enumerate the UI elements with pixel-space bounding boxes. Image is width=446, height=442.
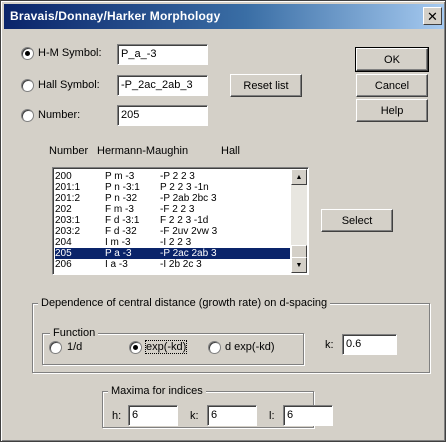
list-item[interactable]: 203:1 F d -3:1 F 2 2 3 -1d (55, 215, 290, 226)
list-item-number: 206 (55, 259, 72, 270)
list-item-hall: -F 2 2 3 (160, 204, 195, 215)
hall-symbol-input[interactable]: -P_2ac_2ab_3 (117, 75, 208, 96)
h-input[interactable]: 6 (128, 405, 178, 426)
list-item-hall: -P 2ab 2bc 3 (160, 193, 217, 204)
close-icon: ✕ (427, 8, 438, 24)
list-item[interactable]: 201:1 P n -3:1 P 2 2 3 -1n (55, 182, 290, 193)
select-button[interactable]: Select (321, 209, 393, 232)
list-item-hall: -I 2 2 3 (160, 237, 192, 248)
hall-symbol-radio[interactable] (21, 79, 34, 92)
list-item-hm: I m -3 (105, 237, 131, 248)
window-title: Bravais/Donnay/Harker Morphology (10, 9, 221, 23)
space-group-list[interactable]: 200 P m -3 -P 2 2 3 201:1 P n -3:1 P 2 2… (52, 167, 309, 275)
maxima-k-label: k: (190, 410, 199, 422)
function-label-exp-kd: exp(-kd) (144, 340, 188, 354)
dependence-group-title: Dependence of central distance (growth r… (38, 297, 331, 309)
list-item-hm: F m -3 (105, 204, 134, 215)
close-button[interactable]: ✕ (423, 7, 442, 25)
hm-symbol-radio[interactable] (21, 47, 34, 60)
function-radio-1-over-d[interactable] (49, 341, 62, 354)
list-item[interactable]: 206 I a -3 -I 2b 2c 3 (55, 259, 290, 270)
list-item[interactable]: 201:2 P n -32 -P 2ab 2bc 3 (55, 193, 290, 204)
list-item-number: 204 (55, 237, 72, 248)
cancel-button[interactable]: Cancel (356, 74, 428, 97)
list-item-selected[interactable]: 205 P a -3 -P 2ac 2ab 3 (55, 248, 290, 259)
k-label: k: (325, 339, 334, 351)
list-item[interactable]: 204 I m -3 -I 2 2 3 (55, 237, 290, 248)
help-button[interactable]: Help (356, 99, 428, 122)
scroll-down-button[interactable]: ▼ (291, 257, 307, 273)
number-input[interactable]: 205 (117, 105, 208, 126)
scroll-up-button[interactable]: ▲ (291, 169, 307, 185)
list-item-hm: I a -3 (105, 259, 128, 270)
list-item-number: 203:1 (55, 215, 81, 226)
l-label: l: (269, 410, 275, 422)
title-bar[interactable]: Bravais/Donnay/Harker Morphology ✕ (4, 4, 444, 29)
list-item-hall: P 2 2 3 -1n (160, 182, 209, 193)
reset-list-button[interactable]: Reset list (230, 74, 302, 97)
function-group-title: Function (50, 327, 99, 339)
list-item-hall: -P 2ac 2ab 3 (160, 248, 217, 259)
list-item-number: 205 (55, 248, 72, 259)
list-scrollbar[interactable]: ▲ ▼ (291, 169, 307, 273)
function-radio-exp-kd[interactable] (129, 341, 142, 354)
list-item-hm: P n -3:1 (105, 182, 140, 193)
maxima-group-title: Maxima for indices (108, 385, 206, 397)
list-item-hall: -F 2uv 2vw 3 (160, 226, 218, 237)
list-item[interactable]: 202 F m -3 -F 2 2 3 (55, 204, 290, 215)
list-item-number: 203:2 (55, 226, 81, 237)
list-item-hm: F d -32 (105, 226, 137, 237)
list-item-number: 202 (55, 204, 72, 215)
list-item[interactable]: 203:2 F d -32 -F 2uv 2vw 3 (55, 226, 290, 237)
number-label: Number: (38, 109, 81, 121)
list-item-hall: -I 2b 2c 3 (160, 259, 202, 270)
column-header-hall: Hall (221, 145, 240, 157)
ok-button[interactable]: OK (355, 47, 429, 72)
function-label-d-exp-kd: d exp(-kd) (225, 341, 275, 353)
l-input[interactable]: 6 (283, 405, 333, 426)
dialog-window: Bravais/Donnay/Harker Morphology ✕ H-M S… (0, 0, 446, 442)
list-item-hall: F 2 2 3 -1d (160, 215, 209, 226)
hall-symbol-label: Hall Symbol: (38, 79, 100, 91)
column-header-number: Number (49, 145, 89, 157)
function-radio-d-exp-kd[interactable] (208, 341, 221, 354)
column-header-hm: Hermann-Maughin (97, 145, 189, 157)
list-item-hm: P n -32 (105, 193, 138, 204)
function-label-1-over-d: 1/d (67, 341, 83, 353)
h-label: h: (112, 410, 122, 422)
list-item-number: 201:1 (55, 182, 81, 193)
list-item-hm: P m -3 (105, 171, 135, 182)
list-item-hall: -P 2 2 3 (160, 171, 195, 182)
scroll-up-icon: ▲ (295, 173, 303, 181)
number-radio[interactable] (21, 109, 34, 122)
scroll-down-icon: ▼ (295, 261, 303, 269)
maxima-k-input[interactable]: 6 (207, 405, 257, 426)
list-item-hm: P a -3 (105, 248, 132, 259)
list-item-number: 201:2 (55, 193, 81, 204)
hm-symbol-label: H-M Symbol: (38, 47, 102, 59)
list-item-hm: F d -3:1 (105, 215, 140, 226)
hm-symbol-input[interactable]: P_a_-3 (117, 44, 208, 65)
list-item[interactable]: 200 P m -3 -P 2 2 3 (55, 171, 290, 182)
list-item-number: 200 (55, 171, 72, 182)
k-input[interactable]: 0.6 (342, 334, 397, 355)
